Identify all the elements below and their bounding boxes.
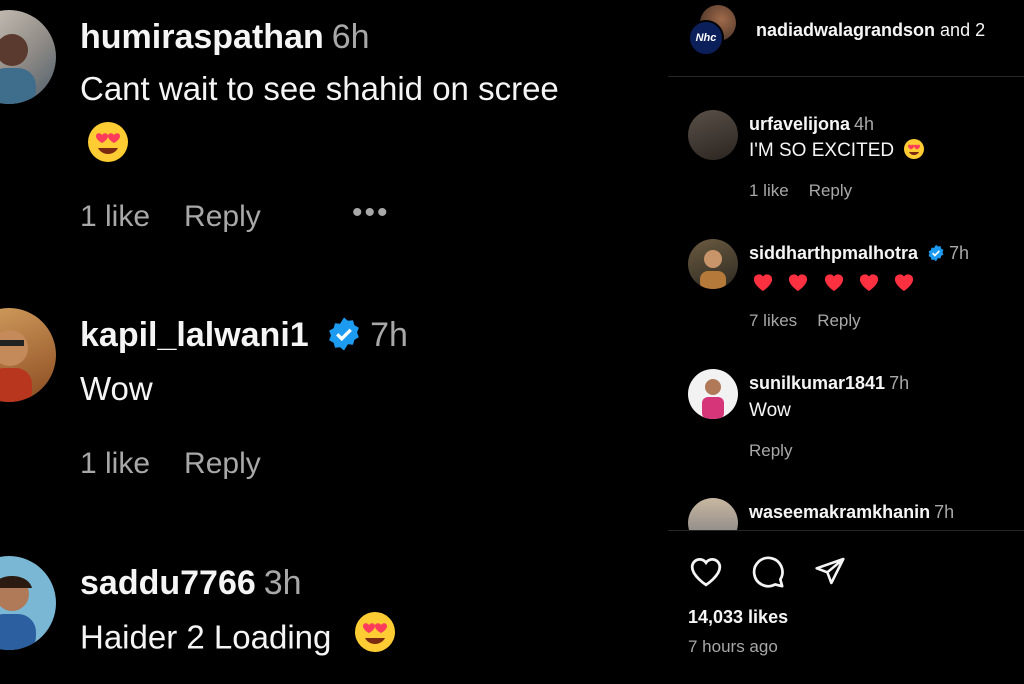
like-count[interactable]: 7 likes	[749, 311, 797, 330]
reply-button[interactable]: Reply	[817, 311, 860, 330]
avatar[interactable]	[688, 498, 738, 530]
heart-eyes-emoji	[86, 120, 130, 169]
verified-badge-icon	[928, 244, 944, 261]
avatar-image	[700, 250, 726, 289]
comment-username[interactable]: urfavelijona 4h	[749, 114, 874, 135]
avatar-image	[702, 379, 724, 419]
verified-badge-icon	[329, 317, 359, 351]
avatar[interactable]	[688, 110, 738, 160]
post-panel: Nhc nadiadwalagrandson and 2 urfavelijon…	[668, 0, 1024, 683]
heart-icon[interactable]	[688, 555, 724, 592]
comment-meta: 1 like Reply	[80, 447, 295, 481]
red-heart-emoji	[752, 272, 774, 298]
comment-text: Wow	[80, 370, 153, 407]
comment-time: 4h	[854, 114, 875, 134]
comment-time: 6h	[331, 18, 370, 56]
avatar[interactable]	[0, 10, 56, 104]
comment-time: 7h	[934, 502, 955, 522]
red-heart-emoji	[787, 272, 809, 298]
reply-button[interactable]: Reply	[184, 447, 261, 480]
comment-username[interactable]: humiraspathan 6h	[80, 18, 370, 57]
avatar-image	[0, 576, 36, 650]
avatar-image	[0, 330, 32, 402]
post-header: Nhc nadiadwalagrandson and 2	[668, 0, 1024, 77]
more-options-icon[interactable]: •••	[352, 196, 390, 230]
reply-button[interactable]: Reply	[184, 200, 261, 233]
post-footer: 14,033 likes 7 hours ago	[668, 530, 1024, 684]
comment-text: Cant wait to see shahid on scree	[80, 70, 559, 107]
like-count[interactable]: 1 like	[80, 200, 150, 233]
post-author[interactable]: nadiadwalagrandson and 2	[756, 20, 985, 41]
avatar[interactable]	[688, 239, 738, 289]
comment-text: I'M SO EXCITED	[749, 138, 925, 162]
comment-username[interactable]: siddharthpmalhotra 7h	[749, 243, 969, 264]
comment-icon[interactable]	[750, 555, 786, 594]
comment-meta: Reply	[749, 441, 812, 461]
reply-button[interactable]: Reply	[809, 181, 852, 200]
reply-button[interactable]: Reply	[749, 441, 792, 460]
like-count[interactable]: 14,033 likes	[688, 607, 788, 628]
avatar[interactable]	[0, 308, 56, 402]
comment-text: Haider 2 Loading	[80, 612, 397, 662]
comment-username[interactable]: saddu7766 3h	[80, 564, 302, 603]
red-heart-emoji	[858, 272, 880, 298]
comment-text	[752, 272, 923, 298]
like-count[interactable]: 1 like	[749, 181, 789, 200]
avatar[interactable]	[0, 556, 56, 650]
comment-list[interactable]: urfavelijona 4h I'M SO EXCITED 1 like Repl…	[668, 77, 1024, 530]
comment-time: 7h	[889, 373, 910, 393]
comment-meta: 1 like Reply	[749, 181, 872, 201]
comment-username[interactable]: kapil_lalwani1 7h	[80, 316, 408, 355]
post-timestamp: 7 hours ago	[688, 637, 778, 656]
avatar-image	[0, 34, 36, 104]
like-count[interactable]: 1 like	[80, 447, 150, 480]
heart-eyes-emoji	[353, 610, 397, 662]
share-icon[interactable]	[812, 555, 848, 592]
comment-meta: 7 likes Reply	[749, 311, 881, 331]
heart-eyes-emoji	[904, 138, 925, 159]
avatar[interactable]: Nhc	[688, 20, 724, 56]
zoomed-comments-panel: humiraspathan 6h Cant wait to see shahid …	[0, 0, 668, 683]
comment-time: 3h	[263, 564, 302, 602]
red-heart-emoji	[893, 272, 915, 298]
comment-time: 7h	[949, 243, 970, 263]
avatar[interactable]	[688, 369, 738, 419]
comment-text: Wow	[749, 400, 791, 421]
comment-username[interactable]: sunilkumar1841 7h	[749, 373, 909, 394]
red-heart-emoji	[823, 272, 845, 298]
comment-username[interactable]: waseemakramkhanin 7h	[749, 502, 954, 523]
comment-time: 7h	[370, 316, 408, 354]
comment-meta: 1 like Reply	[80, 200, 295, 234]
